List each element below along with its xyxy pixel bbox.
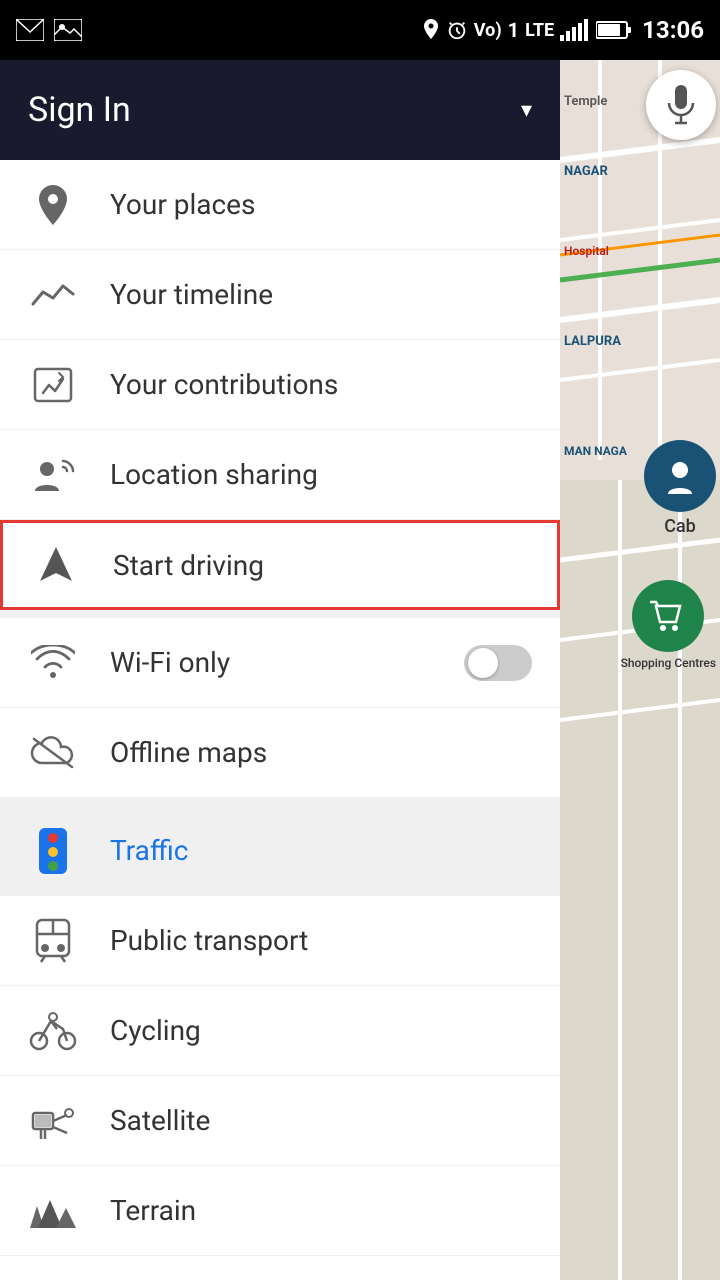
- menu-item-location-sharing[interactable]: Location sharing: [0, 430, 560, 520]
- google-earth-icon: [28, 1276, 78, 1280]
- menu-item-wifi-only[interactable]: Wi-Fi only: [0, 618, 560, 708]
- cab-circle: [644, 440, 716, 512]
- menu-item-satellite[interactable]: Satellite: [0, 1076, 560, 1166]
- menu-item-offline-maps[interactable]: Offline maps: [0, 708, 560, 798]
- battery-icon: [596, 20, 632, 40]
- menu-item-traffic[interactable]: Traffic: [0, 806, 560, 896]
- lte-indicator: LTE: [525, 20, 554, 41]
- toggle-thumb: [468, 648, 498, 678]
- drawer-header[interactable]: Sign In ▾: [0, 60, 560, 160]
- public-transport-label: Public transport: [110, 924, 532, 957]
- drawer-title: Sign In: [28, 90, 501, 130]
- menu-item-terrain[interactable]: Terrain: [0, 1166, 560, 1256]
- menu-divider-2: [0, 798, 560, 806]
- satellite-label: Satellite: [110, 1104, 532, 1137]
- mic-icon: [665, 85, 697, 125]
- wifi-icon: [28, 638, 78, 688]
- cab-label: Cab: [664, 516, 696, 537]
- shopping-button[interactable]: Shopping Centres: [621, 580, 716, 670]
- shopping-circle: [632, 580, 704, 652]
- terrain-label: Terrain: [110, 1194, 532, 1227]
- menu-item-your-contributions[interactable]: Your contributions: [0, 340, 560, 430]
- cab-button[interactable]: Cab: [644, 440, 716, 537]
- cloud-off-icon: [28, 728, 78, 778]
- terrain-icon: [28, 1186, 78, 1236]
- wifi-toggle[interactable]: [464, 645, 532, 681]
- menu-item-your-timeline[interactable]: Your timeline: [0, 250, 560, 340]
- location-sharing-icon: [28, 450, 78, 500]
- offline-maps-label: Offline maps: [110, 736, 532, 769]
- transit-icon: [28, 916, 78, 966]
- image-icon: [54, 19, 82, 41]
- menu-item-cycling[interactable]: Cycling: [0, 986, 560, 1076]
- location-status-icon: [422, 19, 440, 41]
- menu-item-your-places[interactable]: Your places: [0, 160, 560, 250]
- status-bar-right: Vo) 1 LTE 13:06: [422, 16, 704, 44]
- location-sharing-label: Location sharing: [110, 458, 532, 491]
- dropdown-arrow-icon[interactable]: ▾: [521, 98, 532, 123]
- navigation-drawer: Sign In ▾ Your places Your timeline: [0, 60, 560, 1280]
- alarm-icon: [446, 19, 468, 41]
- navigation-icon: [31, 540, 81, 590]
- shopping-label: Shopping Centres: [621, 656, 716, 670]
- cycling-icon: [28, 1006, 78, 1056]
- shopping-icon: [648, 596, 688, 636]
- signal-icon: [560, 19, 590, 41]
- wifi-toggle-switch[interactable]: [464, 645, 532, 681]
- map-label-nagar: NAGAR: [560, 160, 720, 183]
- status-bar-left: [16, 19, 82, 41]
- sim-indicator: 1: [508, 18, 519, 42]
- satellite-icon: [28, 1096, 78, 1146]
- your-contributions-label: Your contributions: [110, 368, 532, 401]
- your-places-label: Your places: [110, 188, 532, 221]
- map-background: Temple NAGAR Hospital LALPURA MAN NAGA C…: [560, 60, 720, 1280]
- traffic-icon: [28, 826, 78, 876]
- contributions-icon: [28, 360, 78, 410]
- mic-button[interactable]: [646, 70, 716, 140]
- map-label-lalpura: LALPURA: [560, 330, 720, 353]
- timeline-icon: [28, 270, 78, 320]
- menu-item-start-driving[interactable]: Start driving: [0, 520, 560, 610]
- menu-list: Your places Your timeline Your contribut…: [0, 160, 560, 1280]
- menu-item-public-transport[interactable]: Public transport: [0, 896, 560, 986]
- cab-icon: [660, 456, 700, 496]
- menu-item-google-earth[interactable]: Google Earth: [0, 1256, 560, 1280]
- your-timeline-label: Your timeline: [110, 278, 532, 311]
- menu-divider-1: [0, 610, 560, 618]
- status-bar: Vo) 1 LTE 13:06: [0, 0, 720, 60]
- volte-indicator: Vo): [474, 20, 502, 41]
- cycling-label: Cycling: [110, 1014, 532, 1047]
- gmail-icon: [16, 19, 44, 41]
- start-driving-label: Start driving: [113, 549, 529, 582]
- map-label-hospital: Hospital: [560, 240, 720, 262]
- location-pin-icon: [28, 180, 78, 230]
- wifi-only-label: Wi-Fi only: [110, 646, 432, 679]
- traffic-label: Traffic: [110, 834, 532, 867]
- status-time: 13:06: [642, 16, 704, 44]
